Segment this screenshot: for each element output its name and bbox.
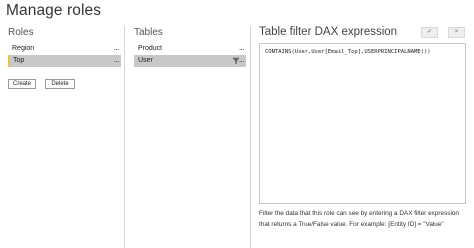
table-item-label: User	[138, 57, 153, 64]
dax-expression-editor[interactable]: CONTAINS(User,User[Email_Top],USERPRINCI…	[259, 43, 466, 204]
column-divider	[250, 26, 251, 248]
selection-marker	[8, 55, 10, 67]
dax-expression-header: Table filter DAX expression	[259, 26, 398, 38]
table-more-button[interactable]: ...	[239, 54, 245, 66]
table-item-product[interactable]: Product ...	[134, 43, 246, 55]
column-divider	[124, 26, 125, 248]
close-icon: ×	[454, 29, 459, 35]
dax-expression-text: CONTAINS(User,User[Email_Top],USERPRINCI…	[265, 49, 431, 55]
table-item-user[interactable]: User ...	[134, 55, 246, 67]
create-role-button[interactable]: Create	[8, 79, 36, 89]
checkmark-icon: ✓	[426, 29, 433, 35]
tables-header: Tables	[134, 27, 163, 38]
role-item-top[interactable]: Top ...	[8, 55, 121, 67]
confirm-expression-button[interactable]: ✓	[421, 27, 438, 38]
table-item-label: Product	[138, 45, 163, 52]
manage-roles-dialog: Manage roles Roles Region ... Top ... Cr…	[0, 0, 474, 248]
role-more-button[interactable]: ...	[114, 42, 120, 54]
delete-role-button[interactable]: Delete	[45, 79, 75, 89]
table-more-button[interactable]: ...	[239, 42, 245, 54]
role-more-button[interactable]: ...	[114, 54, 120, 66]
dialog-title: Manage roles	[6, 2, 102, 19]
role-item-region[interactable]: Region ...	[8, 43, 121, 55]
cancel-expression-button[interactable]: ×	[448, 27, 465, 38]
role-item-label: Top	[13, 57, 25, 64]
role-item-label: Region	[12, 45, 35, 52]
dax-help-text: Filter the data that this role can see b…	[259, 210, 459, 228]
roles-header: Roles	[8, 27, 34, 38]
